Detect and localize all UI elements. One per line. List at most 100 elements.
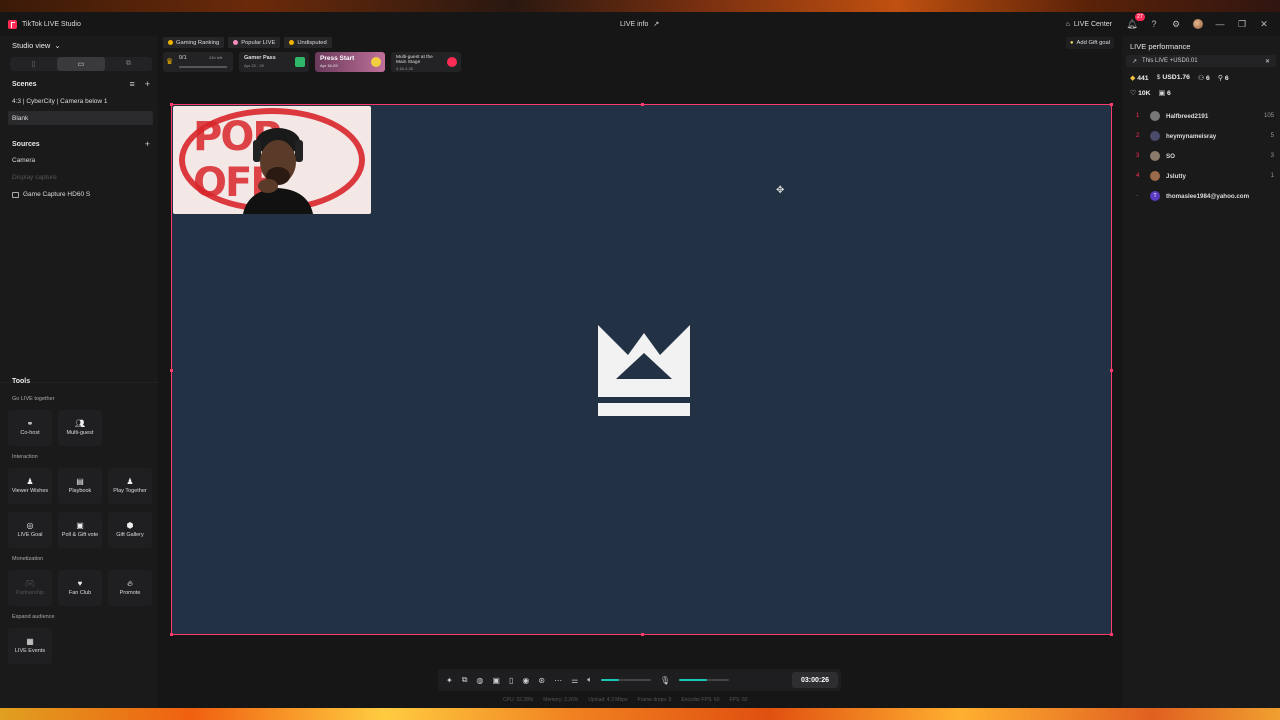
this-live-bar[interactable]: ↗ This LIVE +USD0.01 ✕ <box>1126 55 1276 67</box>
upload-stat: Upload: 4.3 Mbps <box>588 697 628 703</box>
list-item[interactable]: 1 Halfbreed2191 105 <box>1136 109 1274 123</box>
streamer-figure <box>243 128 313 214</box>
speaker-icon[interactable]: 🔈︎ <box>587 675 592 685</box>
crown-icon <box>289 40 295 45</box>
poll-gift-button[interactable]: ▣ Poll & Gift vote <box>58 512 102 548</box>
resize-handle[interactable] <box>1110 633 1113 636</box>
playbook-button[interactable]: ▤ Playbook <box>58 468 102 504</box>
layers-icon[interactable]: ⧉ <box>462 675 468 685</box>
frame-drops-stat: Frame drops: 0 <box>637 697 672 703</box>
source-item-camera[interactable]: Camera <box>12 157 35 164</box>
screen-icon[interactable]: ▣ <box>492 676 500 685</box>
more-icon[interactable]: ⋯ <box>554 676 562 685</box>
live-center-button[interactable]: ⌂ LIVE Center <box>1066 21 1112 28</box>
settings-button[interactable]: ⚙ <box>1170 18 1182 30</box>
close-button[interactable]: ✕ <box>1258 18 1270 30</box>
multiguest-banner[interactable]: Multi-guest at the Main Stage 4.16-4.26 <box>391 52 461 72</box>
share-icon: ↗ <box>653 21 660 28</box>
share-icon: ⚲ <box>1217 75 1223 82</box>
list-item[interactable]: 3 SO 3 <box>1136 149 1274 163</box>
list-item[interactable]: 4 Jslutty 1 <box>1136 169 1274 183</box>
live-goal-button[interactable]: ◎ LIVE Goal <box>8 512 52 548</box>
minimize-button[interactable]: — <box>1214 18 1226 30</box>
replay-icon[interactable]: ⊛ <box>538 676 545 685</box>
add-source-icon[interactable]: + <box>145 139 150 149</box>
multiguest-button[interactable]: 👥︎ Multi-guest <box>58 410 102 446</box>
magic-wand-icon[interactable]: ✦ <box>446 676 453 685</box>
notifications-button[interactable]: 🔔︎ 27 <box>1126 13 1145 30</box>
audio-settings-icon[interactable]: ⚌ <box>571 676 578 685</box>
gaming-ranking-chip[interactable]: Gaming Ranking <box>163 37 225 48</box>
profile-button[interactable] <box>1192 18 1204 30</box>
portrait-layout-button[interactable]: ▯ <box>10 57 57 71</box>
avatar <box>1150 131 1160 141</box>
list-icon[interactable]: ≡ <box>129 79 134 89</box>
scene-item[interactable]: 4:3 | CyberCity | Camera below 1 <box>8 94 153 108</box>
add-gift-goal-button[interactable]: ● Add Gift goal <box>1066 37 1115 49</box>
resize-handle[interactable] <box>1110 369 1113 372</box>
resize-handle[interactable] <box>170 633 173 636</box>
mic-slider[interactable] <box>679 679 730 681</box>
studio-view-dropdown[interactable]: Studio view ⌄ <box>12 41 61 50</box>
list-item[interactable]: - T thomaslee1984@yahoo.com <box>1136 189 1274 203</box>
promote-button[interactable]: 🔥︎ Promote <box>108 570 152 606</box>
diamond-icon: ◆ <box>1130 75 1136 82</box>
trophy-icon <box>168 40 173 45</box>
controller-icon <box>371 57 381 67</box>
camera-overlay[interactable]: POP OFF <box>173 106 371 214</box>
resize-handle[interactable] <box>641 103 644 106</box>
viewer-score: 5 <box>1270 133 1274 139</box>
resize-handle[interactable] <box>170 103 173 106</box>
partnership-button[interactable]: 🎮︎ Partnership <box>8 570 52 606</box>
fan-club-button[interactable]: ♥ Fan Club <box>58 570 102 606</box>
help-button[interactable]: ? <box>1148 18 1160 30</box>
resize-handle[interactable] <box>1110 103 1113 106</box>
cpu-stat: CPU: 32.28% <box>503 697 534 703</box>
press-start-banner[interactable]: Press Start Apr 16-29 <box>315 52 385 72</box>
add-scene-icon[interactable]: + <box>145 79 150 89</box>
heart-icon <box>233 40 239 45</box>
resize-handle[interactable] <box>641 633 644 636</box>
dual-icon: ⧉ <box>125 60 131 67</box>
restore-button[interactable]: ❐ <box>1236 18 1248 30</box>
rank: 3 <box>1136 153 1140 159</box>
record-icon[interactable]: ◉ <box>522 676 529 685</box>
dual-layout-button[interactable]: ⧉ <box>105 57 152 71</box>
landscape-layout-button[interactable]: ▭ <box>57 57 105 71</box>
progress-value: 0/1 <box>179 55 187 61</box>
source-item-display-capture[interactable]: Display capture <box>12 174 57 181</box>
viewer-name: thomaslee1984@yahoo.com <box>1166 192 1250 200</box>
heart-icon: ♥ <box>77 578 83 588</box>
avatar <box>1150 171 1160 181</box>
layout-toggle: ▯ ▭ ⧉ <box>10 57 152 71</box>
volume-slider[interactable] <box>601 679 652 681</box>
list-item[interactable]: 2 heymynameisray 5 <box>1136 129 1274 143</box>
gamer-pass-dates: Apr 23 - 29 <box>244 63 264 68</box>
source-item-game-capture[interactable]: Game Capture HD60 S <box>12 191 90 198</box>
gamepad-icon <box>295 57 305 67</box>
close-icon[interactable]: ✕ <box>1265 58 1270 65</box>
gift-gallery-button[interactable]: ⬢ Gift Gallery <box>108 512 152 548</box>
scene-item-selected[interactable]: Blank <box>8 111 153 125</box>
cohost-button[interactable]: ⚭ Co-host <box>8 410 52 446</box>
resize-handle[interactable] <box>170 369 173 372</box>
gift-gallery-label: Gift Gallery <box>116 531 144 538</box>
microphone-icon[interactable]: 🎙︎ <box>660 676 670 685</box>
fps-stat: FPS: 60 <box>729 697 748 703</box>
phone-icon[interactable]: ▯ <box>509 676 513 685</box>
gamer-pass-banner[interactable]: Gamer Pass Apr 23 - 29 <box>239 52 309 72</box>
undisputed-chip[interactable]: Undisputed <box>284 37 332 48</box>
live-info-button[interactable]: LIVE info ↗ <box>620 20 660 29</box>
gamepad-icon: 🎮︎ <box>24 578 36 588</box>
viewer-wishes-button[interactable]: ♟ Viewer Wishes <box>8 468 52 504</box>
this-live-label: This LIVE +USD0.01 <box>1142 58 1198 64</box>
live-events-button[interactable]: ▦ LIVE Events <box>8 628 52 664</box>
viewer-score: 1 <box>1270 173 1274 179</box>
preview-canvas[interactable]: POP OFF ✥ <box>170 103 1113 636</box>
poll-icon: ▣ <box>76 520 84 530</box>
effects-icon[interactable]: ◍ <box>476 676 483 685</box>
progress-banner[interactable]: 0/1 24h left ♛ <box>163 52 233 72</box>
multiguest-banner-title: Multi-guest at the Main Stage <box>396 55 433 65</box>
popular-live-chip[interactable]: Popular LIVE <box>228 37 281 48</box>
play-together-button[interactable]: ♟ Play Together <box>108 468 152 504</box>
